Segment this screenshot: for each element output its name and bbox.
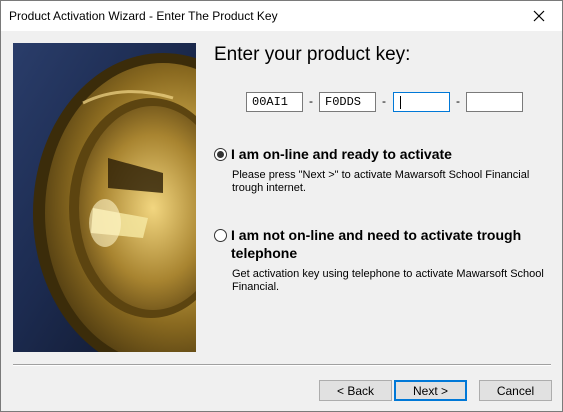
activation-wizard-window: Product Activation Wizard - Enter The Pr… [0,0,563,412]
footer-separator [13,364,551,366]
window-title: Product Activation Wizard - Enter The Pr… [9,9,278,23]
cancel-button[interactable]: Cancel [479,380,552,401]
key-separator: - [309,94,313,108]
close-icon [533,10,545,22]
product-key-field-4[interactable] [466,92,523,112]
lock-cylinder-image [13,43,196,352]
telephone-activation-label[interactable]: telephone [231,244,297,262]
product-key-field-1[interactable]: 00AI1 [246,92,303,112]
online-activation-label[interactable]: I am on-line and ready to activate [231,145,452,163]
telephone-activation-label[interactable]: I am not on-line and need to activate tr… [231,226,521,244]
telephone-activation-description: Financial. [232,281,280,293]
telephone-activation-radio[interactable] [214,229,227,242]
close-button[interactable] [516,1,562,31]
back-button[interactable]: < Back [319,380,392,401]
product-key-field-3[interactable] [393,92,450,112]
page-heading: Enter your product key: [214,44,411,65]
online-activation-description: Please press "Next >" to activate Mawars… [232,169,530,181]
title-bar: Product Activation Wizard - Enter The Pr… [1,1,562,31]
key-separator: - [456,94,460,108]
online-activation-description: trough internet. [232,182,306,194]
radio-selected-dot [217,151,224,158]
online-activation-radio[interactable] [214,148,227,161]
key-separator: - [382,94,386,108]
telephone-activation-description: Get activation key using telephone to ac… [232,268,544,280]
product-key-field-2[interactable]: F0DDS [319,92,376,112]
text-caret [400,96,401,109]
next-button[interactable]: Next > [394,380,467,401]
